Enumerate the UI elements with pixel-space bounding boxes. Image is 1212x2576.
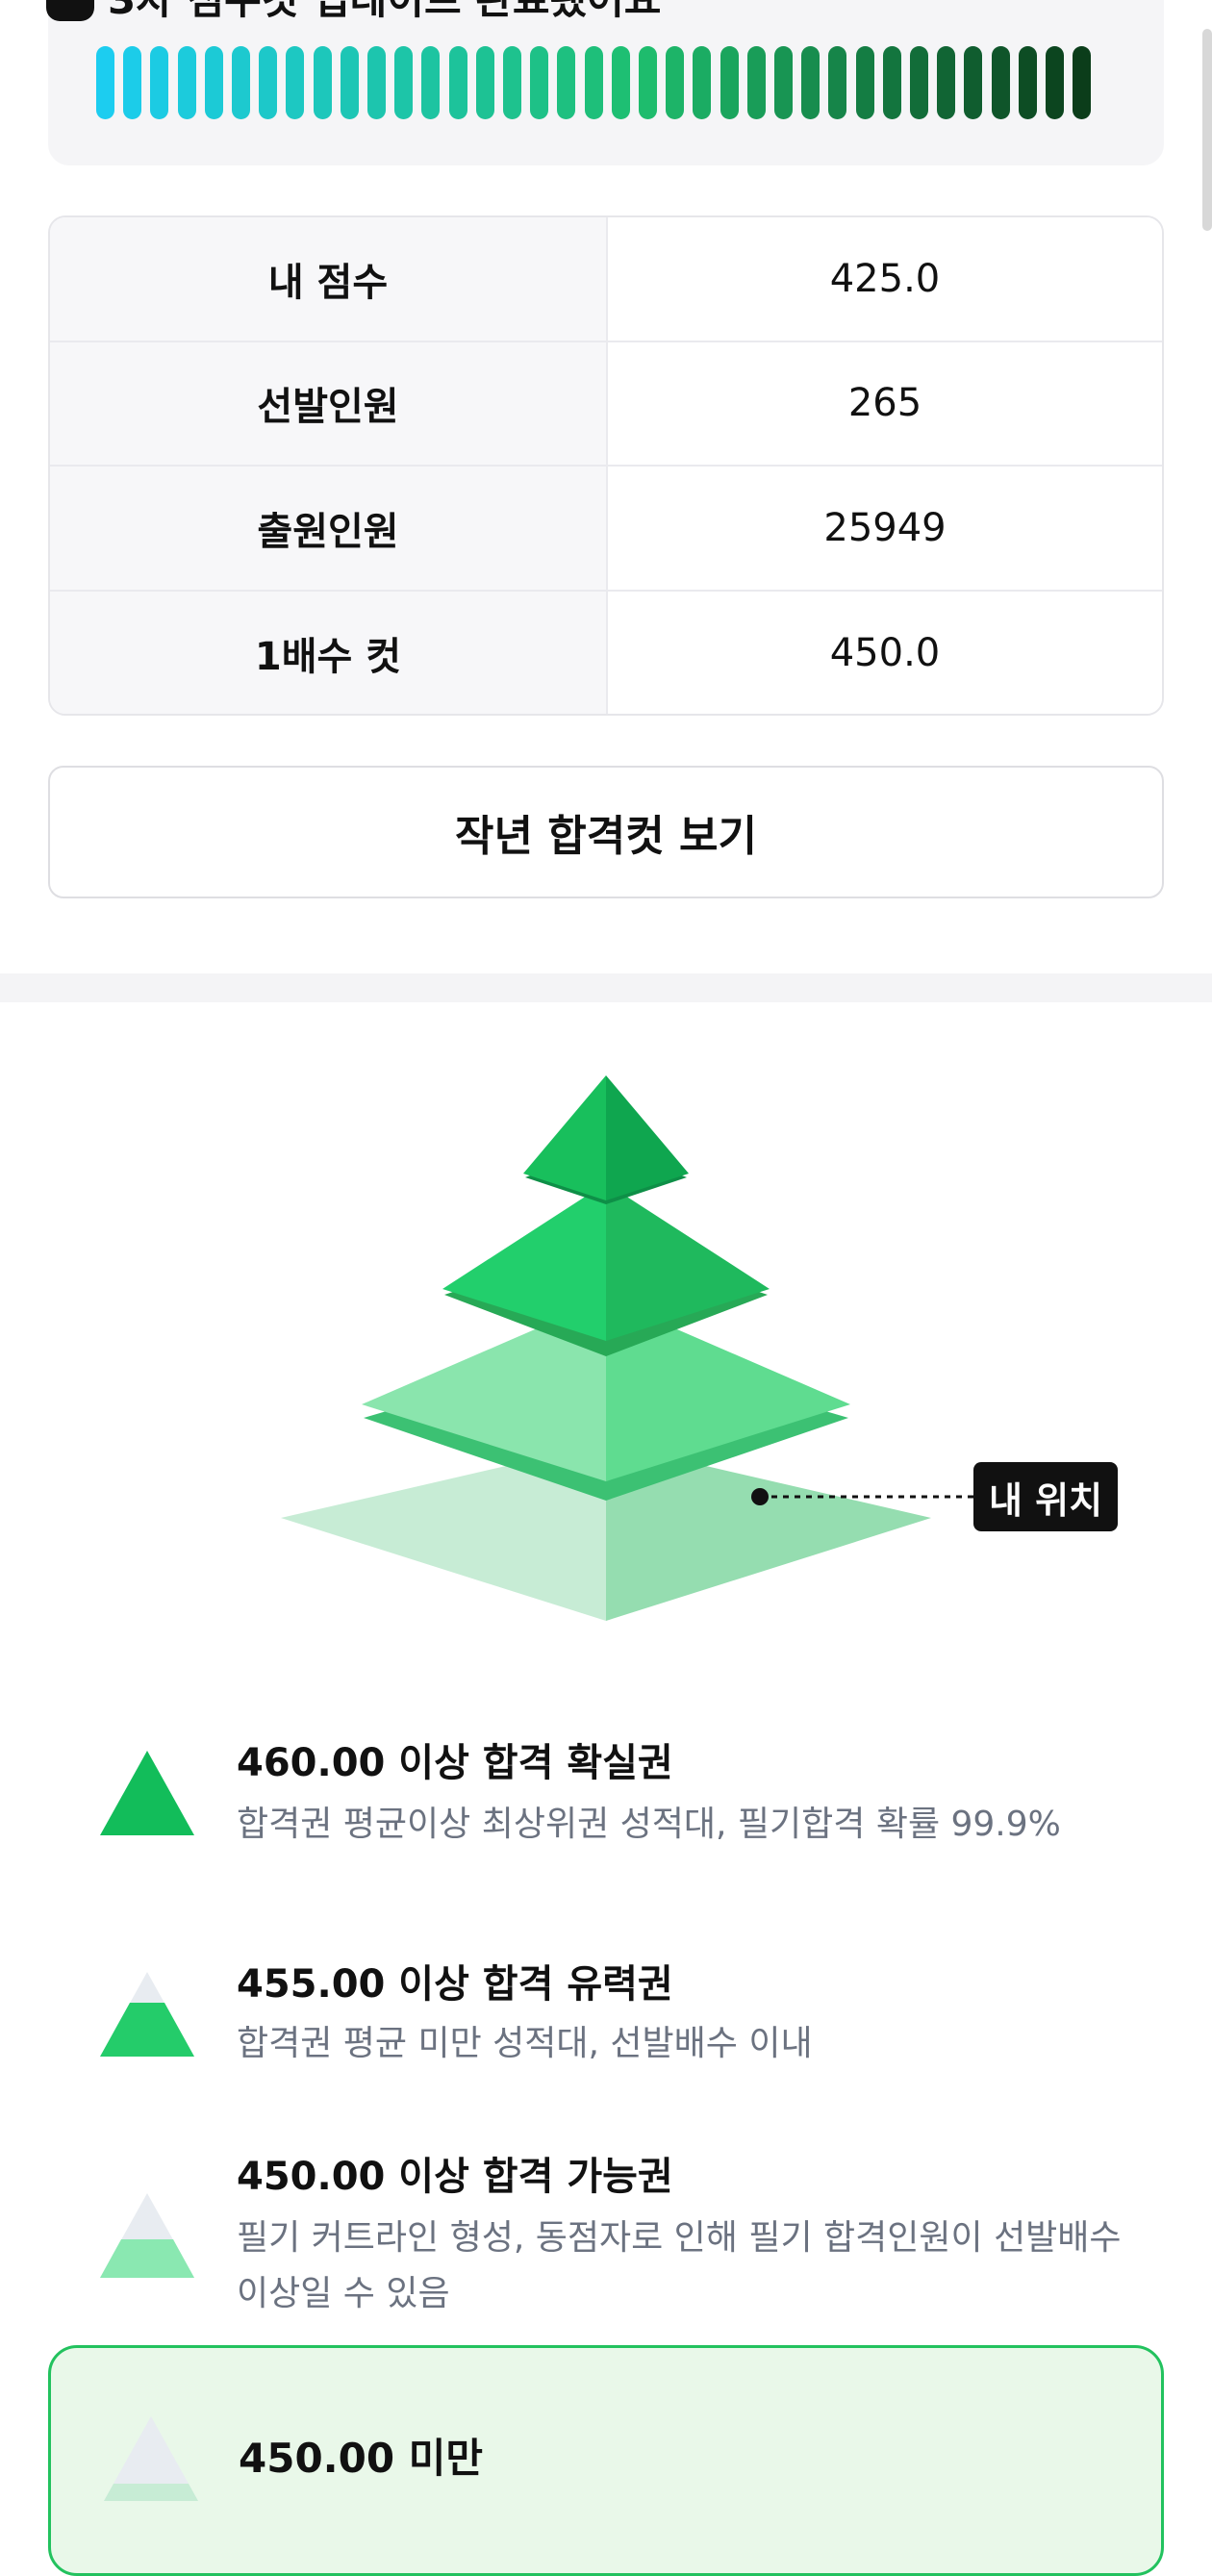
gradient-bar [774,46,793,119]
gradient-bar [720,46,739,119]
gradient-bar [801,46,821,119]
gradient-bar [421,46,441,119]
tier-1-triangle-icon [100,1751,194,1835]
gradient-bar [448,46,467,119]
gradient-bar [394,46,414,119]
gradient-bar [910,46,928,119]
gradient-bar [639,46,657,119]
tier-3-triangle-icon [100,2193,194,2278]
row-value: 425.0 [608,217,1162,341]
table-row: 출원인원 25949 [50,467,1162,592]
gradient-bar [232,46,250,119]
gradient-bar [828,46,847,119]
rank-pyramid [281,1075,973,1621]
row-value: 265 [608,341,1162,465]
gradient-bar [1046,46,1064,119]
gradient-bar [855,46,874,119]
gradient-bar [964,46,983,119]
row-label: 선발인원 [50,341,608,465]
progress-gradient-bars [96,46,1135,119]
gradient-bar [530,46,549,119]
legend-title-1: 460.00 이상 합격 확실권 [237,1741,673,1785]
gradient-bar [1073,46,1092,119]
gradient-bar [882,46,901,119]
legend-title-3: 450.00 이상 합격 가능권 [237,2155,673,2199]
legend-desc-3: 필기 커트라인 형성, 동점자로 인해 필기 합격인원이 선발배수 이상일 수 … [237,2218,1122,2313]
gradient-bar [475,46,494,119]
gradient-bar [611,46,630,119]
gradient-bar [96,46,114,119]
row-label: 내 점수 [50,217,608,341]
clock-icon [46,0,94,21]
row-label: 출원인원 [50,467,608,590]
score-table: 내 점수 425.0 선발인원 265 출원인원 25949 1배수 컷 450… [48,215,1164,716]
legend-desc-1: 합격권 평균이상 최상위권 성적대, 필기합격 확률 99.9% [237,1805,1061,1844]
gradient-bar [693,46,712,119]
table-row: 선발인원 265 [50,341,1162,467]
gradient-bar [991,46,1010,119]
gradient-bar [503,46,521,119]
pyramid-tier-1-left [523,1075,606,1200]
gradient-bar [1018,46,1037,119]
gradient-bar [150,46,169,119]
row-value: 450.0 [608,591,1162,714]
tier-4-triangle-icon [104,2416,198,2501]
update-title: 3차 점수컷 업데이트 완료됐어요 [108,0,661,26]
gradient-bar [340,46,359,119]
table-row: 1배수 컷 450.0 [50,591,1162,714]
current-tier-title: 450.00 미만 [239,2435,483,2482]
section-divider [0,973,1212,1002]
scrollbar-thumb[interactable] [1202,29,1212,231]
gradient-bar [313,46,332,119]
gradient-bar [584,46,603,119]
row-label: 1배수 컷 [50,591,608,714]
table-row: 내 점수 425.0 [50,217,1162,342]
previous-year-cut-button[interactable]: 작년 합격컷 보기 [48,766,1164,898]
gradient-bar [937,46,956,119]
my-position-label: 내 위치 [973,1462,1118,1531]
gradient-bar [557,46,576,119]
gradient-bar [123,46,142,119]
gradient-bar [367,46,386,119]
legend-desc-2: 합격권 평균 미만 성적대, 선발배수 이내 [237,2024,813,2063]
legend-title-2: 455.00 이상 합격 유력권 [237,1962,673,2007]
pyramid-tier-1-right [606,1075,689,1200]
row-value: 25949 [608,467,1162,590]
gradient-bar [746,46,766,119]
gradient-bar [666,46,685,119]
gradient-bar [177,46,196,119]
tier-2-triangle-icon [100,1972,194,2057]
current-tier-card [48,2345,1164,2576]
gradient-bar [204,46,223,119]
gradient-bar [286,46,305,119]
gradient-bar [259,46,278,119]
